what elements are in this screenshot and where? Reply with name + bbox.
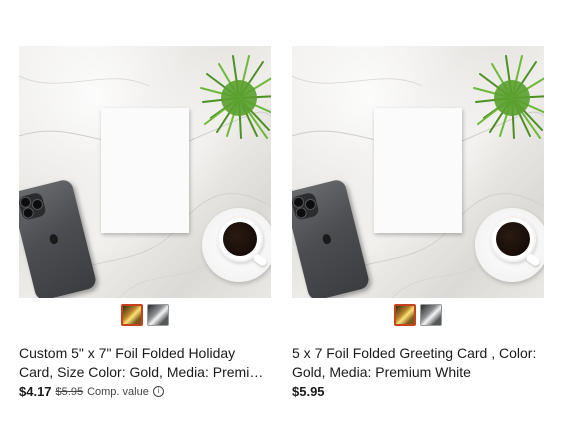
swatch-gold[interactable] [394,304,416,326]
info-icon[interactable]: i [152,386,164,397]
swatch-gold[interactable] [121,304,143,326]
product-title[interactable]: Custom 5" x 7" Foil Folded Holiday Card,… [19,344,271,382]
apple-logo-icon [48,233,59,245]
blank-card-image [374,108,462,233]
price-row: $4.17 $5.95 Comp. value i [19,384,271,399]
comp-value-label: Comp. value [87,385,149,398]
color-swatches [292,304,544,328]
apple-logo-icon [321,233,332,245]
swatch-silver[interactable] [147,304,169,326]
blank-card-image [101,108,189,233]
coffee [496,222,530,256]
product-image-1[interactable] [19,46,271,298]
original-price: $5.95 [55,385,84,398]
sale-price: $4.17 [19,384,52,399]
color-swatches [19,304,271,328]
price: $5.95 [292,384,325,399]
product-title[interactable]: 5 x 7 Foil Folded Greeting Card , Color:… [292,344,544,382]
coffee [223,222,257,256]
phone-camera [292,191,320,221]
phone-camera [19,191,47,221]
price-row: $5.95 [292,384,544,399]
product-card-1: Custom 5" x 7" Foil Folded Holiday Card,… [19,46,271,399]
swatch-silver[interactable] [420,304,442,326]
plant-image [200,55,271,139]
product-card-2: 5 x 7 Foil Folded Greeting Card , Color:… [292,46,544,399]
product-image-2[interactable] [292,46,544,298]
plant-image [473,55,544,139]
